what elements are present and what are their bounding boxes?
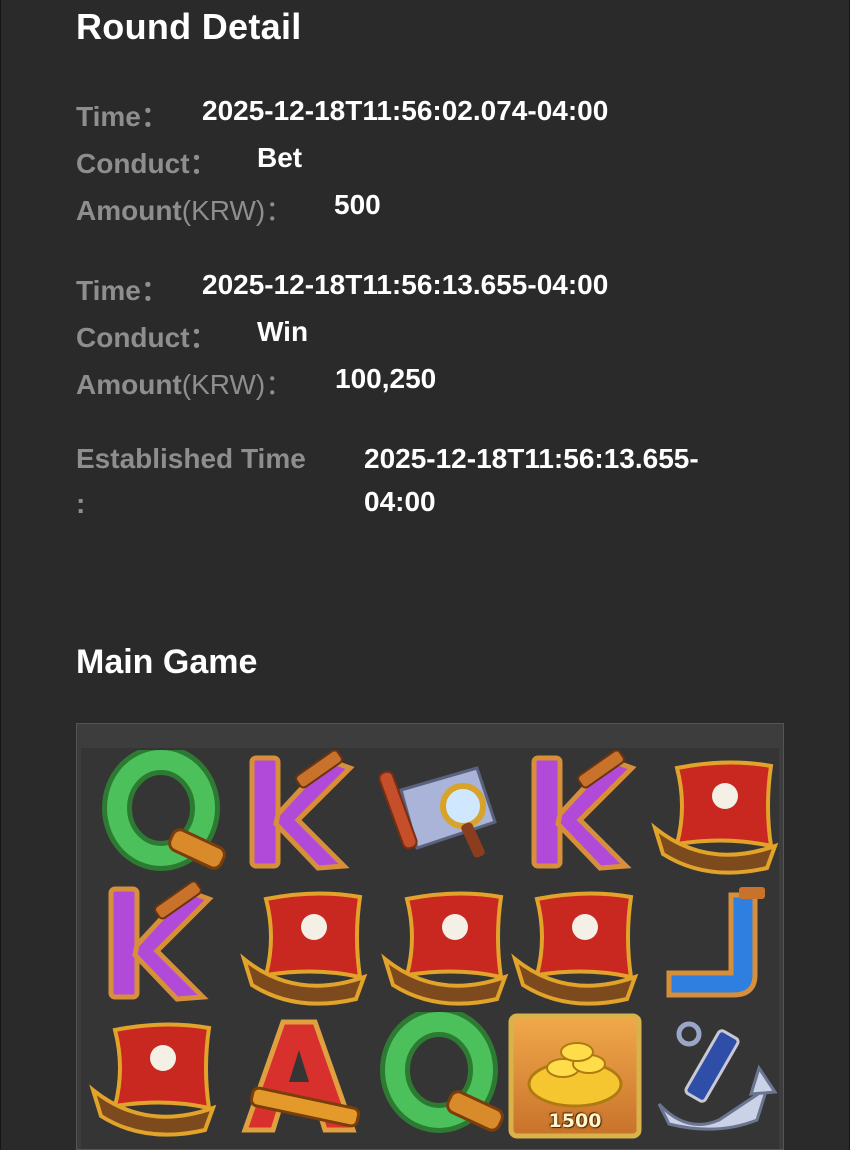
round-detail-title: Round Detail [76, 6, 302, 47]
entry-2-conduct-row: Conduct： [76, 316, 218, 356]
symbol-q-icon [373, 1012, 509, 1140]
symbol-a-icon [231, 1012, 367, 1140]
symbol-anchor-icon [647, 1012, 783, 1140]
main-game-title: Main Game [76, 643, 258, 681]
conduct-label: Conduct： [76, 322, 218, 353]
amount-label-text: Amount [76, 195, 182, 226]
entry-1-time-value: 2025-12-18T11:56:02.074-04:00 [202, 95, 609, 126]
entry-1-conduct-row: Conduct： [76, 142, 218, 182]
symbol-treasure-map-icon [377, 750, 513, 878]
slot-reels-board: 1500 [76, 723, 784, 1150]
established-value-line2: 04:00 [364, 486, 436, 517]
entry-2-time-value: 2025-12-18T11:56:13.655-04:00 [202, 269, 609, 300]
entry-1-time-row: Time： [76, 95, 169, 135]
entry-1-conduct-value: Bet [257, 142, 303, 173]
coin-prize-value: 1500 [548, 1110, 602, 1132]
symbol-k-icon [236, 750, 372, 878]
entry-2-conduct-value: Win [257, 316, 309, 347]
symbol-pirate-ship-icon [236, 881, 372, 1009]
entry-2-time-row: Time： [76, 269, 169, 309]
entry-2-amount-row: Amount(KRW)： [76, 363, 293, 403]
time-label: Time： [76, 275, 169, 306]
symbol-k-icon [518, 750, 654, 878]
conduct-label: Conduct： [76, 148, 218, 179]
entry-2-amount-value: 100,250 [335, 363, 437, 394]
amount-label: Amount(KRW)： [76, 195, 293, 226]
established-label: Established Time [76, 443, 306, 475]
symbol-pirate-ship-icon [85, 1012, 221, 1140]
amount-label: Amount(KRW)： [76, 369, 293, 400]
symbol-k-icon [95, 881, 231, 1009]
time-label: Time： [76, 101, 169, 132]
symbol-gold-coins-icon: 1500 [507, 1012, 643, 1140]
symbol-q-icon [95, 750, 231, 878]
entry-1-amount-row: Amount(KRW)： [76, 189, 293, 229]
entry-1-amount-value: 500 [334, 189, 381, 220]
symbol-pirate-ship-icon [377, 881, 513, 1009]
established-label-line1: Established Time [76, 443, 306, 474]
slot-reels-grid: 1500 [81, 748, 779, 1149]
symbol-pirate-ship-icon [647, 750, 783, 878]
amount-unit: (KRW)： [181, 369, 294, 400]
symbol-j-icon [647, 881, 783, 1009]
established-label-colon-row: : [76, 488, 85, 520]
symbol-pirate-ship-icon [507, 881, 643, 1009]
amount-unit: (KRW)： [181, 195, 294, 226]
established-label-line2: : [76, 488, 86, 519]
amount-label-text: Amount [76, 369, 182, 400]
established-value-line1: 2025-12-18T11:56:13.655- [364, 443, 699, 474]
